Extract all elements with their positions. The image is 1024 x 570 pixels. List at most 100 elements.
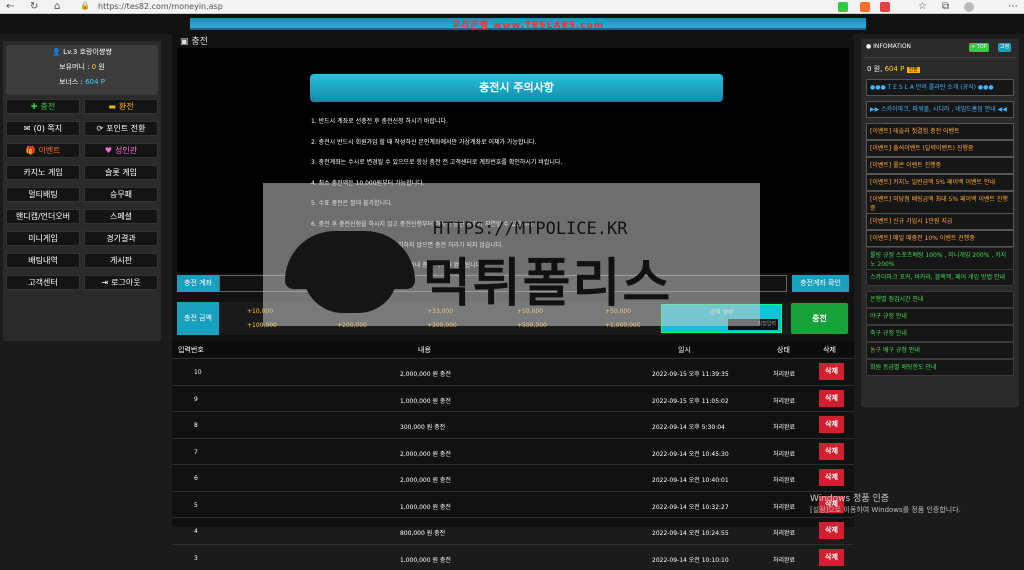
- cell-date: 2022-09-14 오전 10:24:55: [652, 530, 729, 537]
- watermark-overlay: HTTPS://MTPOLICE.KR 먹튀폴리스: [263, 183, 760, 326]
- menu-item-button[interactable]: 승무패: [84, 187, 158, 202]
- menu-item-button[interactable]: 핸디캡/언더오버: [6, 209, 80, 224]
- info-notice-item[interactable]: 은행별 점검시간 안내: [866, 291, 1014, 308]
- favorites-icon[interactable]: ☆: [918, 1, 927, 12]
- amount-label: 충전 금액: [177, 302, 219, 335]
- menu-item-button[interactable]: 멀티배팅: [6, 187, 80, 202]
- cell-date: 2022-09-14 오후 5:30:04: [652, 424, 725, 431]
- info-balance: 0 원, 604 P 전환: [867, 65, 920, 73]
- info-notice-item[interactable]: [이벤트] 테슬라 첫결험 충전 이벤트: [866, 123, 1014, 140]
- back-icon[interactable]: ←: [6, 1, 14, 12]
- menu-label: 경기결과: [106, 234, 136, 243]
- menu-item-button[interactable]: 게시판: [84, 253, 158, 268]
- cell-status: 처리완료: [773, 503, 796, 511]
- address-bar[interactable]: https://tes82.com/moneyin.asp: [98, 2, 223, 11]
- info-notice-item[interactable]: 회원 등급별 배팅한도 안내: [866, 359, 1014, 376]
- delete-button[interactable]: 삭제: [819, 389, 844, 407]
- table-header: 입력번호 내용 일시 상태 삭제: [172, 342, 854, 357]
- cell-no: 10: [194, 369, 202, 376]
- extension-icon[interactable]: [860, 2, 870, 12]
- info-notice-item[interactable]: 농구 배구 규정 안내: [866, 342, 1014, 359]
- extension-icon[interactable]: [838, 2, 848, 12]
- table-row: 9 1,000,000 원 충전 2022-09-15 오후 11:05:02 처리완…: [172, 384, 854, 411]
- menu-label: 게시판: [109, 256, 133, 265]
- extension-icon[interactable]: [880, 2, 890, 12]
- menu-label: 충전: [40, 102, 56, 111]
- charge-button[interactable]: 충전: [791, 303, 848, 334]
- table-row: 5 1,000,000 원 충전 2022-09-14 오전 10:32:27 처리완…: [172, 490, 854, 517]
- watermark-url: HTTPS://MTPOLICE.KR: [433, 219, 628, 239]
- menu-item-button[interactable]: 카지노 게임: [6, 165, 80, 180]
- info-notice-item[interactable]: [이벤트] 카지노 일반금액 5% 페이백 이벤트 안내: [866, 174, 1014, 191]
- info-notice-item[interactable]: [이벤트] 출석이벤트 (달력이벤트) 진행중: [866, 140, 1014, 157]
- menu-label: 미니게임: [28, 234, 58, 243]
- info-notice-item[interactable]: [이벤트] 매일 매충전 10% 이벤트 진행중: [866, 230, 1014, 247]
- info-notice-item[interactable]: 야구 규정 안내: [866, 308, 1014, 325]
- home-icon[interactable]: ⌂: [54, 1, 60, 12]
- menu-item-button[interactable]: 스페셜: [84, 209, 158, 224]
- plus-icon: ✚: [30, 102, 38, 111]
- info-notice-item[interactable]: ▶▶ 스카이파크, 파워볼, 시디러 , 네임드홈덤 안내 ◀◀: [866, 101, 1014, 118]
- menu-gift-button[interactable]: 🎁 이벤트: [6, 143, 80, 158]
- menu-item-button[interactable]: 경기결과: [84, 231, 158, 246]
- info-notice-item[interactable]: [이벤트] 신규 가입시 1만원 지급: [866, 213, 1014, 230]
- cell-date: 2022-09-15 오후 11:05:02: [652, 397, 729, 405]
- menu-item-button[interactable]: 고객센터: [6, 275, 80, 290]
- lock-icon: 🔒: [80, 1, 90, 10]
- minus-icon: ▬: [108, 102, 116, 111]
- watermark-name: 먹튀폴리스: [423, 254, 673, 314]
- cell-content: 300,000 원 충전: [400, 424, 446, 431]
- menu-mail-button[interactable]: ✉ (0) 쪽지: [6, 121, 80, 136]
- info-notice-item[interactable]: [이벤트] 룰콘 이벤트 진행중: [866, 157, 1014, 174]
- table-row: 7 2,000,000 원 충전 2022-09-14 오전 10:45:30 처리완…: [172, 437, 854, 464]
- points-convert-button[interactable]: 전환: [906, 67, 920, 73]
- windows-activation-text: [설정]으로 이동하여 Windows를 정품 인증합니다.: [810, 506, 961, 514]
- cell-date: 2022-09-14 오전 10:10:10: [652, 556, 729, 564]
- info-header: ● INFOMATION: [866, 43, 912, 50]
- user-icon: 👤: [52, 48, 64, 56]
- notice-title: 충전시 주의사항: [310, 74, 723, 102]
- menu-label: 카지노 게임: [23, 168, 63, 177]
- menu-label: 슬롯 게임: [105, 168, 137, 177]
- logout-icon: ⇥: [101, 278, 109, 287]
- cell-status: 처리완료: [773, 556, 796, 564]
- menu-label: 이벤트: [38, 146, 61, 155]
- info-notice-item[interactable]: 스카이파크 포커, 바카라, 블랙잭, 페어 게임 방법 안내: [866, 269, 1014, 286]
- menu-logout-button[interactable]: ⇥ 로그아웃: [84, 275, 158, 290]
- delete-button[interactable]: 삭제: [819, 548, 844, 566]
- account-check-button[interactable]: 충전계좌 확인: [792, 275, 849, 292]
- cell-status: 처리완료: [773, 397, 796, 405]
- info-notice-item[interactable]: ●●● T E S L A 만의 룰라틴 소개 (공식) ●●●: [866, 79, 1014, 96]
- table-row: 10 2,000,000 원 충전 2022-09-15 오후 11:39:35 처리…: [172, 358, 854, 384]
- delete-button[interactable]: 삭제: [819, 416, 844, 433]
- cell-no: 4: [194, 528, 198, 535]
- delete-button[interactable]: 삭제: [819, 469, 844, 486]
- menu-minus-button[interactable]: ▬ 환전: [84, 99, 158, 114]
- more-icon[interactable]: ⋯: [1008, 1, 1018, 12]
- cell-status: 처리완료: [773, 477, 796, 484]
- menu-heart-button[interactable]: ♥ 성인관: [84, 143, 158, 158]
- delete-button[interactable]: 삭제: [819, 442, 844, 460]
- delete-button[interactable]: 삭제: [819, 363, 844, 380]
- tag-top[interactable]: + TOP: [969, 43, 989, 52]
- cell-content: 2,000,000 원 충전: [400, 477, 451, 484]
- brand-banner: 우리은행 www.TESLA85.com: [451, 21, 605, 31]
- menu-item-button[interactable]: 미니게임: [6, 231, 80, 246]
- profile-avatar[interactable]: [964, 2, 974, 12]
- info-panel: ● INFOMATION + TOP 고정 0 원, 604 P 전환 ●●● …: [861, 39, 1019, 407]
- menu-plus-button[interactable]: ✚ 충전: [6, 99, 80, 114]
- menu-item-button[interactable]: 슬롯 게임: [84, 165, 158, 180]
- delete-button[interactable]: 삭제: [819, 522, 844, 539]
- heart-icon: ♥: [104, 146, 113, 155]
- cell-status: 처리완료: [773, 424, 796, 431]
- cell-content: 1,000,000 원 충전: [400, 503, 451, 511]
- tag-fixed[interactable]: 고정: [998, 43, 1012, 52]
- menu-refresh-button[interactable]: ⟳ 포인트 전환: [84, 121, 158, 136]
- cell-no: 6: [194, 475, 198, 482]
- menu-label: 로그아웃: [111, 278, 141, 287]
- collections-icon[interactable]: ⧉: [942, 1, 949, 12]
- col-content: 내용: [418, 346, 431, 354]
- reload-icon[interactable]: ↻: [30, 1, 38, 12]
- menu-item-button[interactable]: 배팅내역: [6, 253, 80, 268]
- info-notice-item[interactable]: 축구 규정 안내: [866, 325, 1014, 342]
